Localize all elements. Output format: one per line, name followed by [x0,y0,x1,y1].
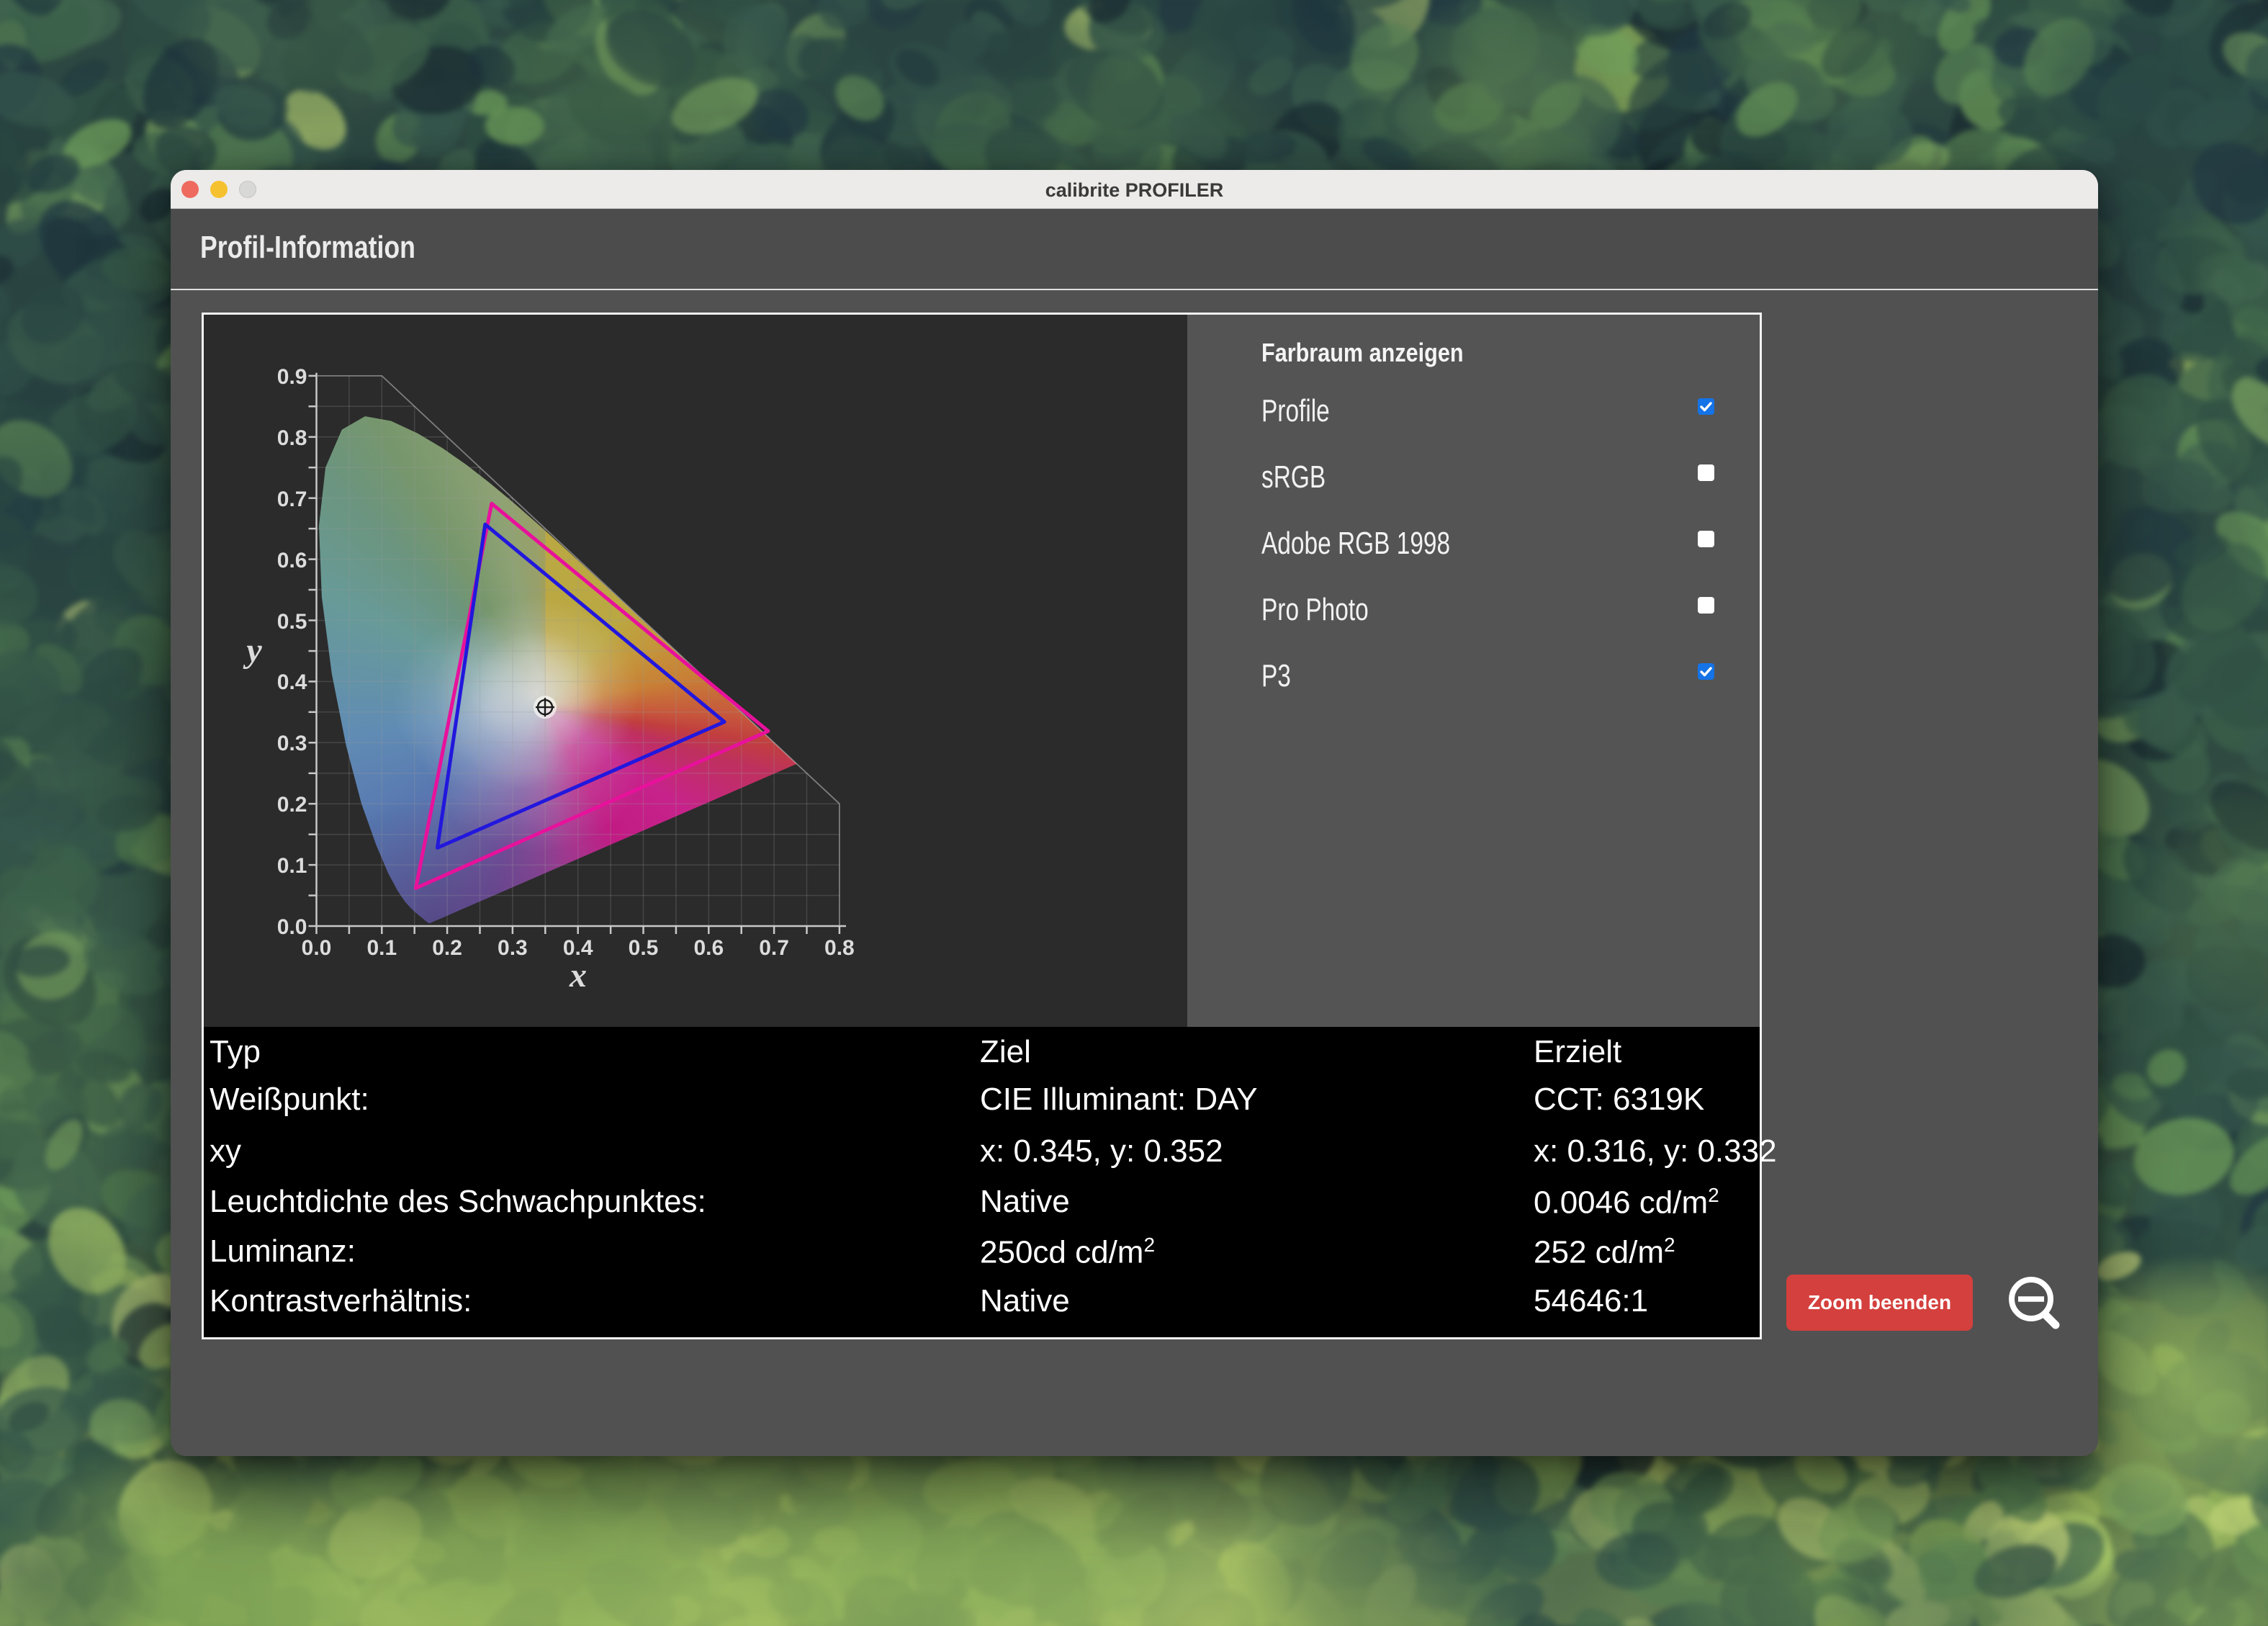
svg-text:0.5: 0.5 [629,936,659,960]
svg-text:0.0: 0.0 [302,936,332,960]
svg-text:0.2: 0.2 [432,936,462,960]
svg-text:0.9: 0.9 [277,365,307,389]
svg-text:0.2: 0.2 [277,793,307,817]
svg-text:0.6: 0.6 [277,549,307,572]
svg-text:0.3: 0.3 [277,732,307,755]
svg-text:0.8: 0.8 [824,936,855,960]
svg-text:y: y [243,632,262,670]
svg-text:0.4: 0.4 [277,670,307,694]
svg-text:0.5: 0.5 [277,610,307,634]
svg-text:0.1: 0.1 [366,936,397,960]
svg-text:0.3: 0.3 [498,936,528,960]
svg-text:0.8: 0.8 [277,426,307,450]
svg-text:x: x [569,956,587,994]
svg-text:0.7: 0.7 [277,488,307,511]
svg-text:0.6: 0.6 [693,936,724,960]
svg-text:0.7: 0.7 [759,936,789,960]
svg-text:0.1: 0.1 [277,854,307,878]
svg-text:0.0: 0.0 [277,915,307,939]
